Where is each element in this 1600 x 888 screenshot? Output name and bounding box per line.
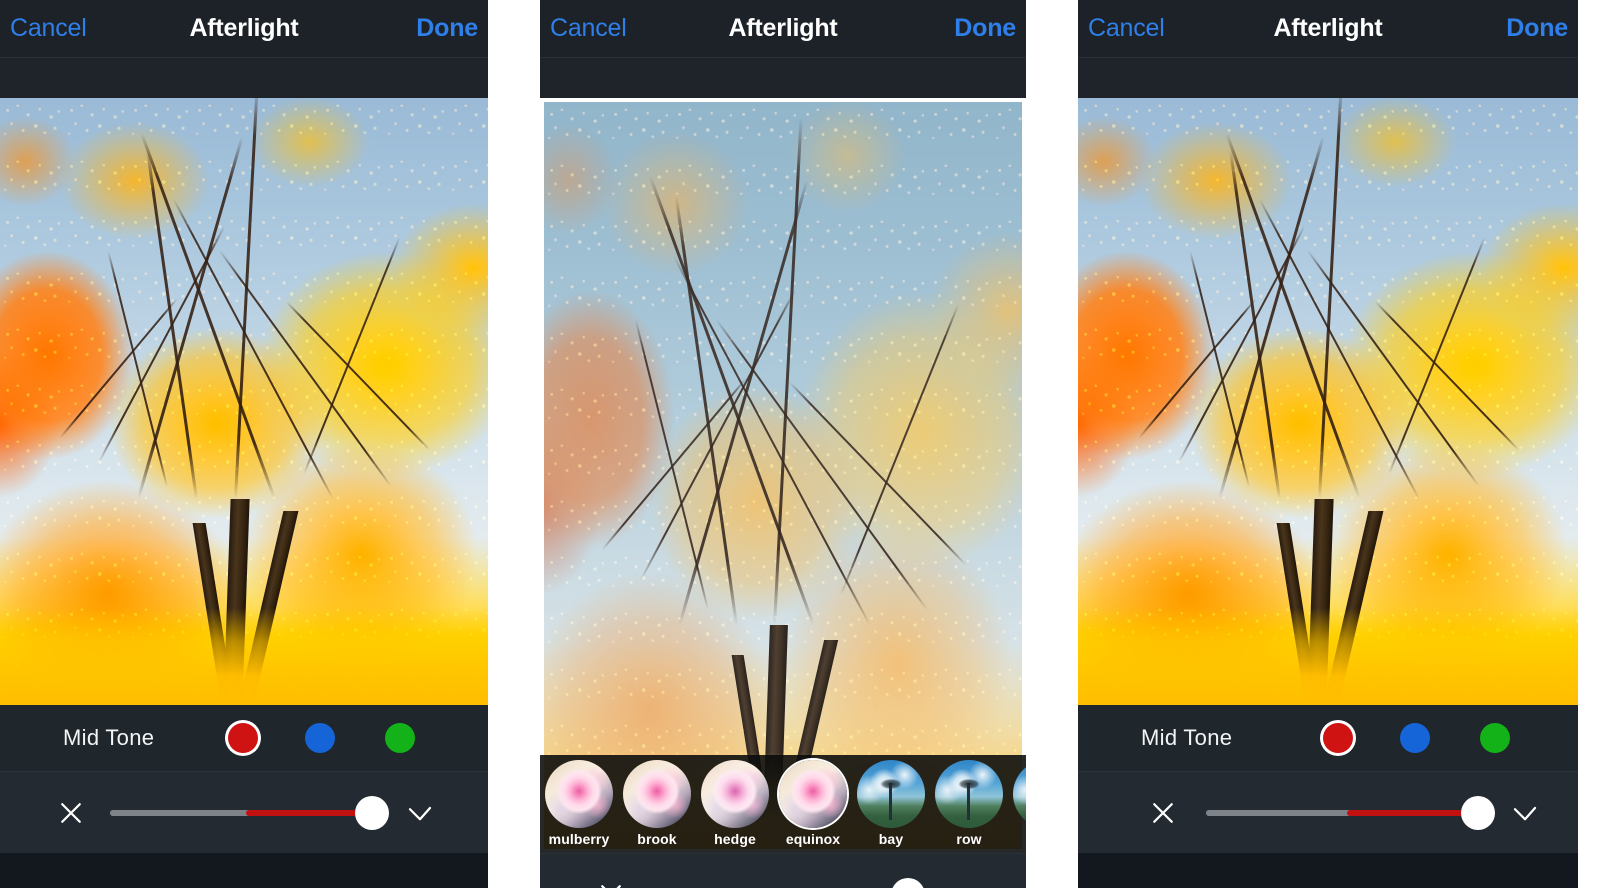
- tone-toolbar: Mid Tone: [0, 705, 488, 771]
- flower-thumb-image: [701, 760, 769, 828]
- swatch-green[interactable]: [1480, 723, 1510, 753]
- swatch-blue[interactable]: [1400, 723, 1430, 753]
- filter-label: hedge: [714, 831, 756, 847]
- filter-thumbnail-selected[interactable]: [779, 760, 847, 828]
- phone-panel-1: Cancel Afterlight Done Mid Tone: [0, 0, 488, 888]
- palm-fronds: [954, 773, 984, 794]
- filter-label: mulberry: [548, 831, 610, 847]
- nav-subbar: [540, 57, 1026, 98]
- filter-label: equinox: [785, 831, 841, 847]
- slider-thumb[interactable]: [1461, 795, 1495, 830]
- slider-thumb[interactable]: [891, 877, 925, 888]
- filter-item-row[interactable]: row: [930, 760, 1008, 847]
- filter-thumbnail[interactable]: [623, 760, 691, 828]
- done-button[interactable]: Done: [1506, 16, 1568, 41]
- flower-thumb-image: [779, 760, 847, 828]
- flower-thumb-image: [623, 760, 691, 828]
- screenshot-stage: Cancel Afterlight Done Mid Tone Cancel A…: [0, 0, 1600, 888]
- photo-canvas[interactable]: mulberry brook hedge equinox bay row: [540, 98, 1026, 853]
- nav-subbar: [1078, 57, 1578, 98]
- page-title: Afterlight: [728, 14, 838, 42]
- nav-bar: Cancel Afterlight Done: [0, 0, 488, 57]
- flower-thumb-image: [545, 760, 613, 828]
- intensity-slider[interactable]: [110, 795, 389, 830]
- tone-label: Mid Tone: [63, 725, 155, 750]
- filter-thumbnail[interactable]: [701, 760, 769, 828]
- phone-panel-3: Cancel Afterlight Done Mid Tone: [1078, 0, 1578, 888]
- filter-thumbnail[interactable]: [935, 760, 1003, 828]
- intensity-slider[interactable]: [1206, 795, 1495, 830]
- tone-label: Mid Tone: [1141, 725, 1233, 750]
- photo-image: [1078, 98, 1578, 705]
- cancel-button[interactable]: Cancel: [550, 16, 627, 41]
- photo-canvas[interactable]: [0, 98, 488, 705]
- filter-thumbnail[interactable]: [545, 760, 613, 828]
- cancel-button[interactable]: Cancel: [1088, 16, 1165, 41]
- nav-subbar: [0, 57, 488, 98]
- horizon-foliage: [0, 607, 488, 705]
- check-icon[interactable]: [942, 880, 972, 888]
- close-icon[interactable]: [56, 798, 86, 828]
- cancel-button[interactable]: Cancel: [10, 16, 87, 41]
- close-icon[interactable]: [1148, 798, 1178, 828]
- palm-thumb-image: [857, 760, 925, 828]
- filter-carousel[interactable]: mulberry brook hedge equinox bay row: [540, 755, 1026, 853]
- swatch-red[interactable]: [228, 723, 258, 753]
- filter-thumbnail[interactable]: [1013, 760, 1026, 828]
- page-title: Afterlight: [1273, 14, 1383, 42]
- horizon-foliage: [1078, 607, 1578, 705]
- filter-item-brook[interactable]: brook: [618, 760, 696, 847]
- filter-label: brook: [637, 831, 677, 847]
- done-button[interactable]: Done: [416, 16, 478, 41]
- filter-thumbnail[interactable]: [857, 760, 925, 828]
- nav-bar: Cancel Afterlight Done: [540, 0, 1026, 57]
- slider-thumb[interactable]: [355, 795, 389, 830]
- palm-thumb-image: [1013, 760, 1026, 828]
- page-title: Afterlight: [189, 14, 299, 42]
- phone-panel-2: Cancel Afterlight Done mulberry brook he…: [540, 0, 1026, 888]
- swatch-green[interactable]: [385, 723, 415, 753]
- filter-label: bay: [878, 831, 904, 847]
- palm-fronds: [876, 773, 906, 794]
- check-icon[interactable]: [405, 798, 435, 828]
- filter-item-next-partial[interactable]: [1008, 760, 1026, 831]
- filter-item-hedge[interactable]: hedge: [696, 760, 774, 847]
- swatch-red[interactable]: [1323, 723, 1353, 753]
- slider-toolbar: [1078, 771, 1578, 853]
- slider-toolbar: [0, 771, 488, 853]
- photo-canvas[interactable]: [1078, 98, 1578, 705]
- filter-item-bay[interactable]: bay: [852, 760, 930, 847]
- nav-bar: Cancel Afterlight Done: [1078, 0, 1578, 57]
- done-button[interactable]: Done: [954, 16, 1016, 41]
- palm-thumb-image: [935, 760, 1003, 828]
- filter-item-mulberry[interactable]: mulberry: [540, 760, 618, 847]
- photo-image: [0, 98, 488, 705]
- close-icon[interactable]: [596, 880, 626, 888]
- filter-item-equinox[interactable]: equinox: [774, 760, 852, 847]
- slider-toolbar: [540, 853, 1026, 888]
- photo-image: [540, 98, 1026, 853]
- check-icon[interactable]: [1510, 798, 1540, 828]
- swatch-blue[interactable]: [305, 723, 335, 753]
- tone-toolbar: Mid Tone: [1078, 705, 1578, 771]
- filter-label: row: [956, 831, 982, 847]
